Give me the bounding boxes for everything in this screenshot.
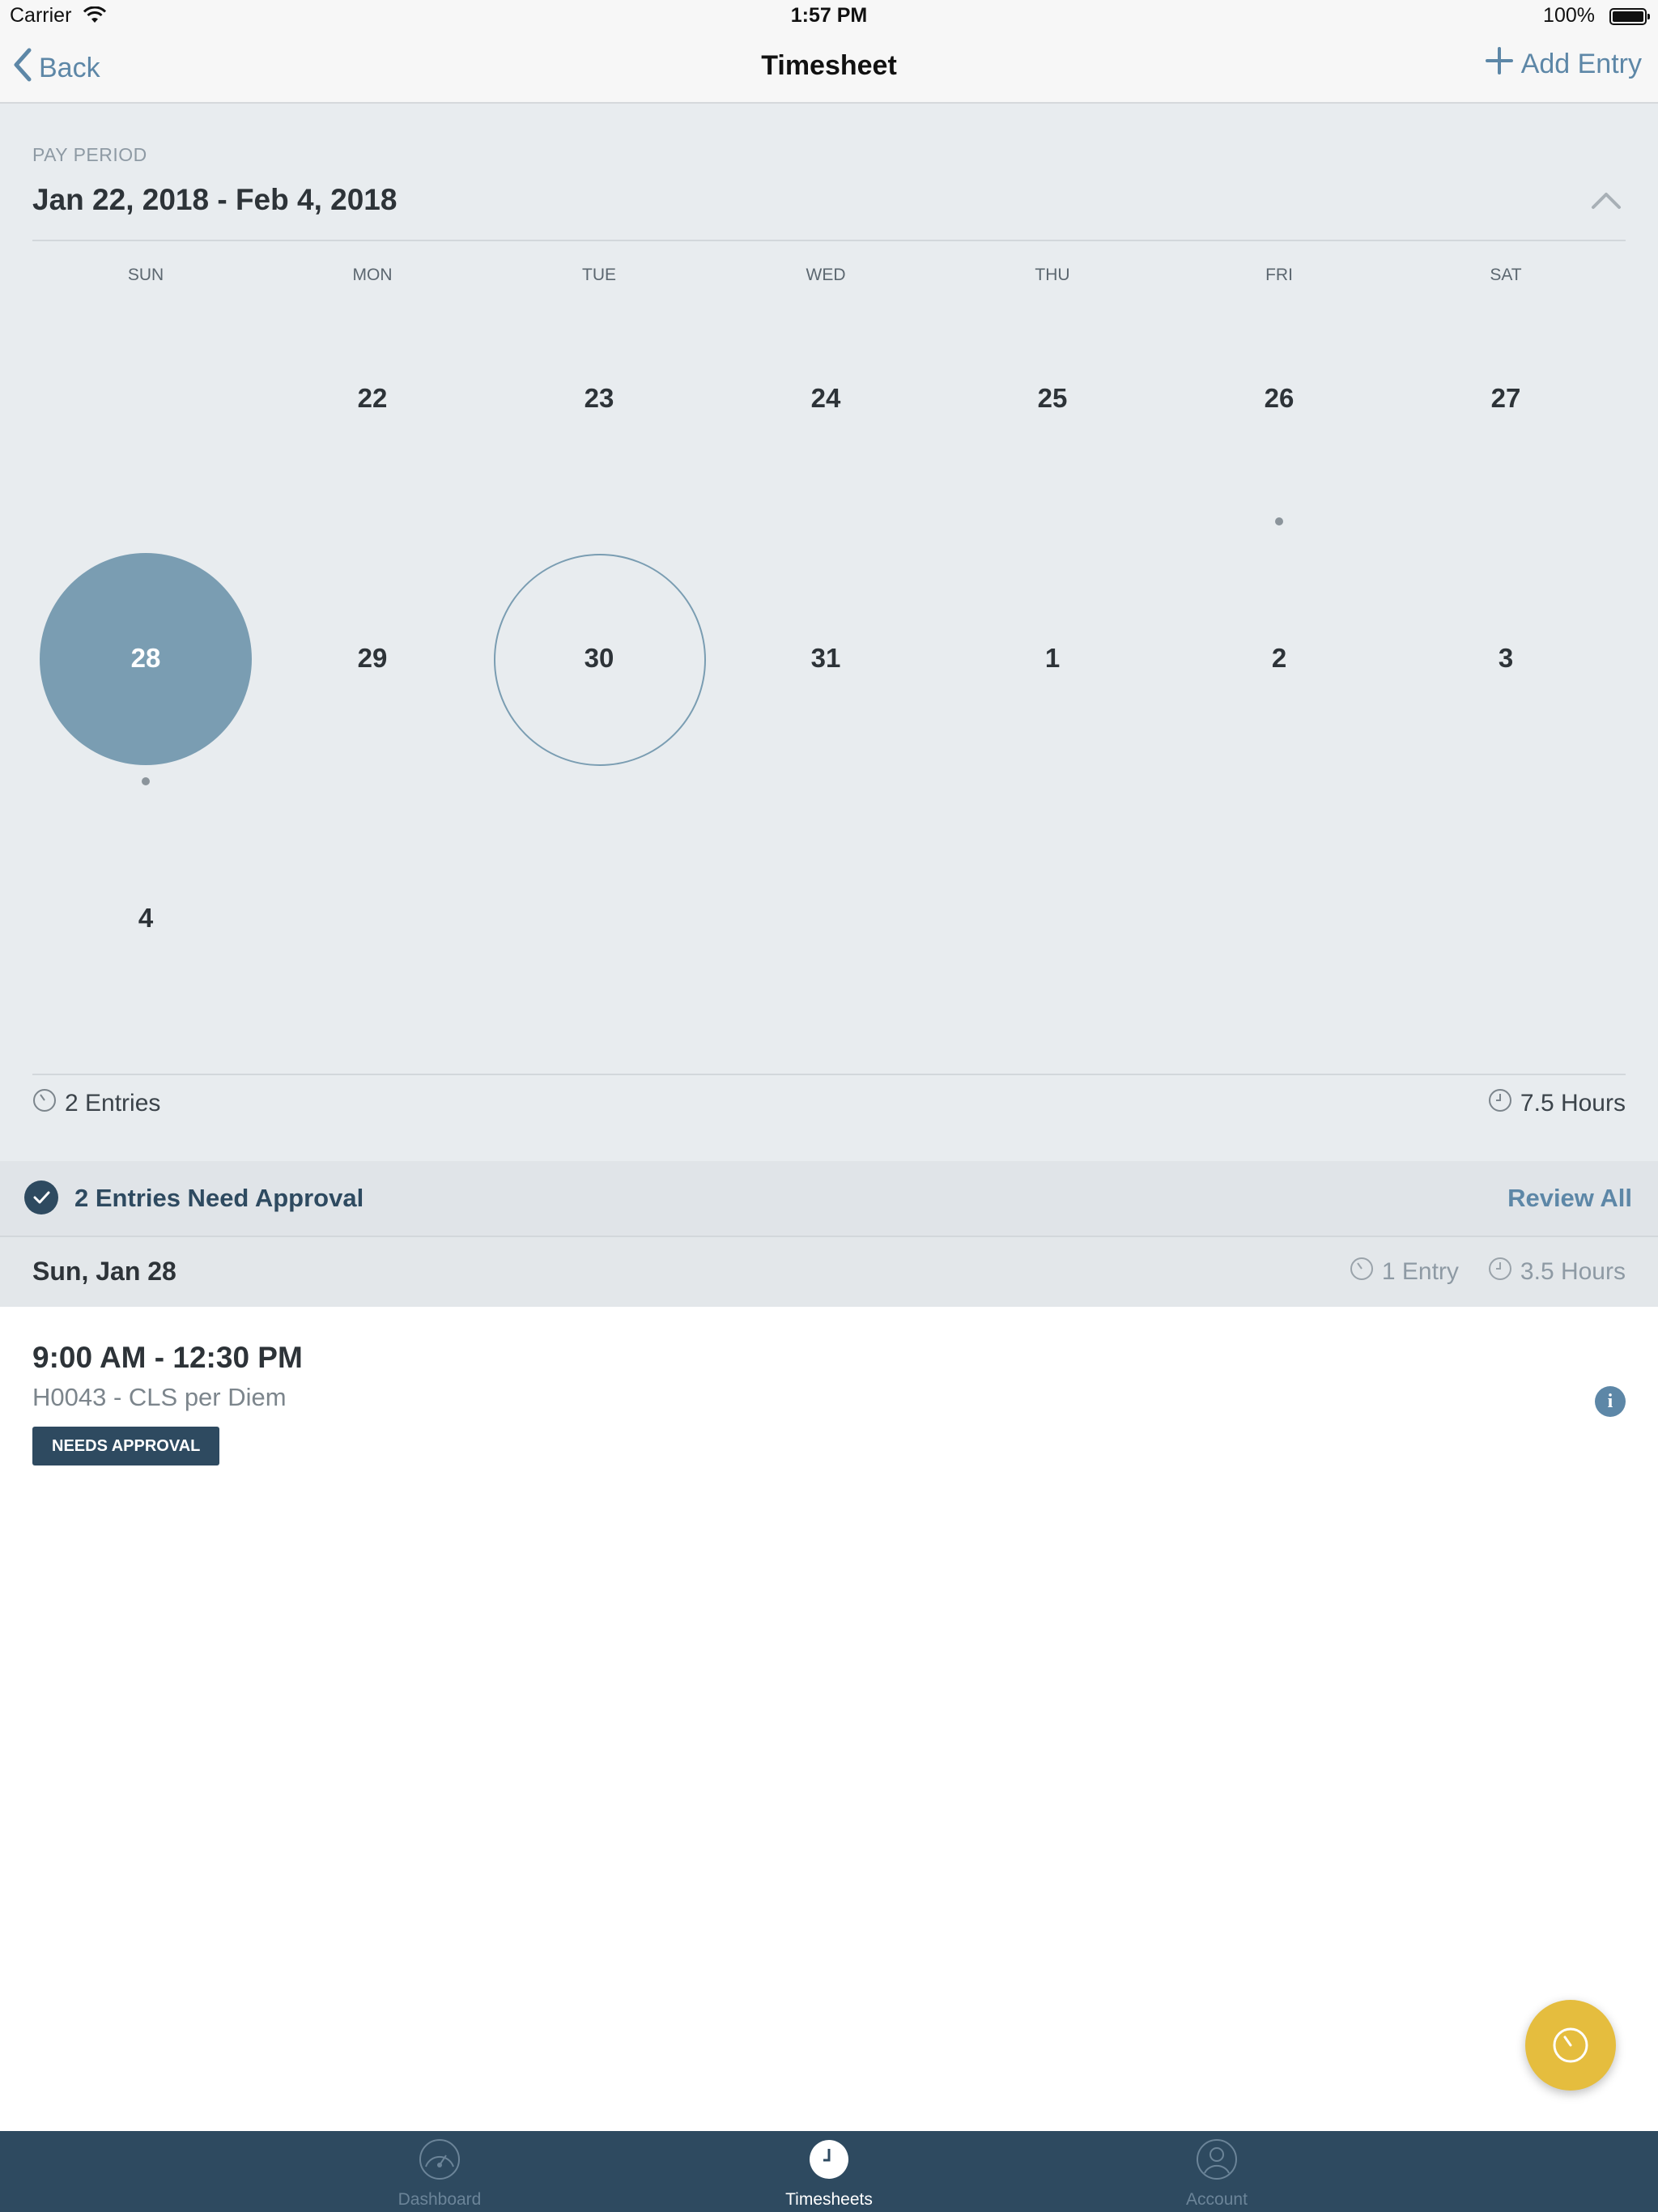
calendar-day[interactable]: 23 <box>486 383 712 414</box>
plus-icon <box>1485 47 1513 82</box>
weekday-label: MON <box>352 266 393 284</box>
tab-timesheets[interactable]: Timesheets <box>708 2138 950 2210</box>
calendar-day[interactable]: 22 <box>259 383 486 414</box>
weekday-label: SAT <box>1490 266 1522 284</box>
navigation-bar: Back Timesheet Add Entry <box>0 34 1658 104</box>
speedometer-icon <box>419 2139 460 2180</box>
calendar-day[interactable]: 3 <box>1392 643 1619 674</box>
tab-label: Timesheets <box>785 2190 873 2209</box>
entry-job-code: H0043 - CLS per Diem <box>32 1383 287 1411</box>
entries-summary: 2 Entries <box>32 1088 160 1119</box>
checkmark-icon <box>24 1180 58 1214</box>
clock-icon <box>810 2140 848 2179</box>
calendar-day[interactable]: 1 <box>939 643 1166 674</box>
entry-indicator-dot <box>1275 517 1283 525</box>
status-bar: Carrier 1:57 PM 100% <box>0 0 1658 34</box>
tab-label: Dashboard <box>397 2190 482 2209</box>
day-date: Sun, Jan 28 <box>32 1257 176 1286</box>
tab-bar: Dashboard Timesheets Account <box>0 2131 1658 2212</box>
info-icon[interactable]: i <box>1595 1386 1626 1417</box>
clock-icon <box>1488 1257 1512 1287</box>
pay-period-range: Jan 22, 2018 - Feb 4, 2018 <box>32 183 397 216</box>
page-title: Timesheet <box>761 50 897 81</box>
status-badge: NEEDS APPROVAL <box>32 1427 220 1465</box>
status-time: 1:57 PM <box>790 4 868 27</box>
entry-indicator-dot <box>142 777 150 785</box>
add-entry-label: Add Entry <box>1520 49 1642 79</box>
weekday-label: THU <box>1035 266 1070 284</box>
divider <box>32 1074 1626 1075</box>
calendar-day[interactable]: 2 <box>1166 643 1392 674</box>
battery-icon <box>1609 8 1650 25</box>
weekday-label: TUE <box>582 266 616 284</box>
collapse-calendar-button[interactable] <box>1590 185 1622 217</box>
timesheet-entry[interactable]: 9:00 AM - 12:30 PM H0043 - CLS per Diem … <box>0 1307 1658 1485</box>
timer-icon <box>1350 1257 1374 1287</box>
calendar-day[interactable]: 29 <box>259 643 486 674</box>
tab-dashboard[interactable]: Dashboard <box>318 2138 561 2210</box>
clock-icon <box>1488 1088 1512 1119</box>
entry-time-range: 9:00 AM - 12:30 PM <box>32 1341 303 1374</box>
calendar-day[interactable]: 28 <box>32 643 259 674</box>
calendar-day[interactable]: 26 <box>1166 383 1392 414</box>
add-entry-button[interactable]: Add Entry <box>1485 47 1642 82</box>
hours-summary: 7.5 Hours <box>1488 1088 1626 1119</box>
approval-banner: 2 Entries Need Approval Review All <box>0 1161 1658 1237</box>
tab-label: Account <box>1186 2190 1248 2209</box>
chevron-up-icon <box>1592 193 1621 209</box>
tab-account[interactable]: Account <box>1095 2138 1338 2210</box>
calendar-day[interactable]: 30 <box>486 643 712 674</box>
calendar-day[interactable]: 27 <box>1392 383 1619 414</box>
pay-period-label: PAY PERIOD <box>32 144 147 165</box>
entries-count: 2 Entries <box>65 1090 161 1117</box>
divider <box>32 240 1626 241</box>
calendar-day[interactable]: 25 <box>939 383 1166 414</box>
timer-icon <box>32 1088 57 1119</box>
day-stats: 1 Entry 3.5 Hours <box>1350 1257 1626 1287</box>
battery-percent: 100% <box>1543 4 1595 27</box>
approval-text: 2 Entries Need Approval <box>74 1184 364 1212</box>
day-hours: 3.5 Hours <box>1520 1258 1626 1285</box>
day-section-header: Sun, Jan 28 1 Entry 3.5 Hours <box>0 1237 1658 1307</box>
clock-in-button[interactable] <box>1525 2000 1616 2091</box>
timer-icon <box>1553 2027 1588 2063</box>
calendar-day[interactable]: 4 <box>32 903 259 934</box>
hours-total: 7.5 Hours <box>1520 1090 1626 1117</box>
day-entry-count: 1 Entry <box>1381 1258 1459 1285</box>
calendar-day[interactable]: 31 <box>712 643 939 674</box>
weekday-label: SUN <box>127 266 164 284</box>
user-icon <box>1197 2139 1237 2180</box>
weekday-label: WED <box>806 266 846 284</box>
pay-period-calendar: PAY PERIOD Jan 22, 2018 - Feb 4, 2018 SU… <box>0 104 1658 1161</box>
weekday-label: FRI <box>1265 266 1293 284</box>
calendar-day[interactable]: 24 <box>712 383 939 414</box>
review-all-button[interactable]: Review All <box>1507 1184 1632 1213</box>
